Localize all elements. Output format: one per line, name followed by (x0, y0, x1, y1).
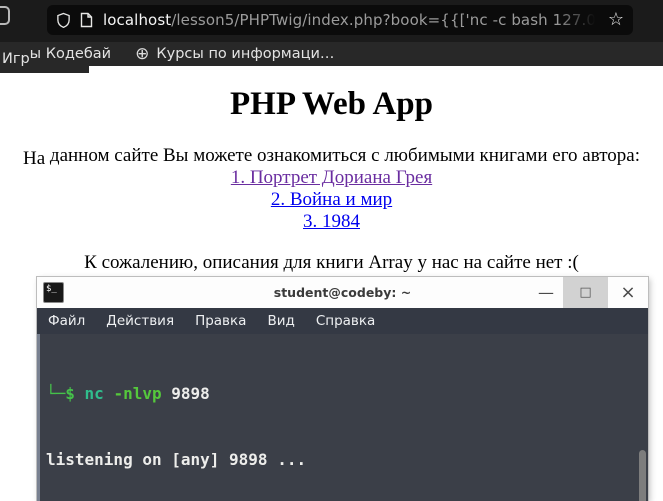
terminal-line: listening on [any] 9898 ... (46, 450, 307, 469)
address-text: localhost/lesson5/PHPTwig/index.php?book… (103, 11, 602, 29)
close-button[interactable]: × (608, 277, 648, 308)
browser-nav-bar: localhost/lesson5/PHPTwig/index.php?book… (0, 0, 663, 42)
url-domain: localhost (103, 11, 172, 29)
prompt-args: -nlvp (113, 384, 172, 403)
globe-icon: ⊕ (135, 43, 150, 64)
url-bar[interactable]: localhost/lesson5/PHPTwig/index.php?book… (47, 5, 633, 35)
menu-file[interactable]: Файл (48, 313, 85, 329)
bookmark-label-clipped: Игр (2, 51, 30, 67)
intro-rest: данном сайте Вы можете ознакомиться с лю… (45, 145, 640, 166)
terminal-menubar: Файл Действия Правка Вид Справка (37, 308, 648, 334)
page-content: PHP Web App На данном сайте Вы можете оз… (0, 66, 663, 274)
bookmark-label-rest: ы Кодебай (29, 46, 112, 62)
terminal-titlebar[interactable]: $_ student@codeby: ~ — □ × (37, 277, 648, 308)
menu-edit[interactable]: Правка (195, 313, 246, 329)
shield-icon[interactable] (56, 12, 71, 29)
terminal-scrollbar-thumb[interactable] (639, 450, 646, 501)
bookmark-star-icon[interactable]: ☆ (608, 11, 624, 29)
url-path: /lesson5/PHPTwig/index.php?book={{['nc -… (171, 11, 602, 29)
extension-icon[interactable] (0, 6, 10, 25)
terminal-prompt-line: └─$ nc -nlvp 9898 (46, 383, 648, 405)
book-link-3[interactable]: 3. 1984 (0, 211, 663, 233)
intro-lead: На (23, 148, 46, 169)
missing-description-text: К сожалению, описания для книги Array у … (84, 252, 579, 273)
terminal-output-area[interactable]: └─$ nc -nlvp 9898 listening on [any] 989… (37, 334, 648, 501)
prompt-symbol: └─$ (46, 384, 85, 403)
book-link-2[interactable]: 2. Война и мир (0, 189, 663, 211)
menu-help[interactable]: Справка (316, 313, 375, 329)
terminal-app-icon: $_ (43, 282, 64, 303)
menu-actions[interactable]: Действия (106, 313, 174, 329)
prompt-value: 9898 (171, 384, 210, 403)
bookmark-item-courses[interactable]: Курсы по информаци… (156, 46, 334, 62)
bookmarks-bar: Игр ы Кодебай ⊕ Курсы по информаци… (0, 42, 663, 67)
menu-view[interactable]: Вид (267, 313, 294, 329)
window-controls: — □ × (529, 277, 648, 308)
page-icon[interactable] (80, 12, 93, 28)
intro-block: На данном сайте Вы можете ознакомиться с… (0, 145, 663, 233)
page-title: PHP Web App (230, 86, 433, 122)
terminal-window: $_ student@codeby: ~ — □ × Файл Действия… (37, 277, 648, 501)
maximize-button[interactable]: □ (563, 277, 608, 308)
prompt-command: nc (84, 384, 114, 403)
url-fade (555, 11, 602, 29)
minimize-button[interactable]: — (529, 277, 563, 308)
intro-text: На данном сайте Вы можете ознакомиться с… (0, 145, 663, 169)
bookmark-item-kodebay[interactable]: Игр ы Кодебай (2, 46, 112, 67)
screen: localhost/lesson5/PHPTwig/index.php?book… (0, 0, 663, 501)
book-link-1[interactable]: 1. Портрет Дориана Грея (0, 167, 663, 189)
